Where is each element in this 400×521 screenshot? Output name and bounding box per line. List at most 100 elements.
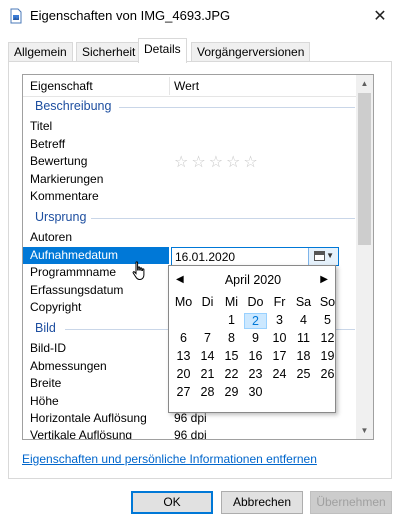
property-name: Markierungen [30,172,104,186]
date-picker-field[interactable]: 16.01.2020 ▼ [171,247,339,266]
column-separator[interactable] [169,77,170,95]
calendar-day[interactable]: 2 [244,313,267,329]
calendar-day[interactable]: 12 [316,331,339,345]
calendar-day[interactable]: 7 [196,331,219,345]
property-name: Autoren [30,230,73,244]
calendar-day[interactable]: 11 [292,331,315,345]
calendar-day[interactable]: 28 [196,385,219,399]
property-name: Breite [30,376,62,390]
row-tags[interactable]: Markierungen [23,171,357,188]
property-name: Bild-ID [30,341,67,355]
group-label: Beschreibung [35,99,112,113]
property-value[interactable]: 96 dpi [174,428,207,439]
property-name: Betreff [30,137,66,151]
tab-general[interactable]: Allgemein [8,42,73,62]
group-label: Bild [35,321,56,335]
calendar-weekday-label: Mi [224,295,239,309]
calendar-day[interactable]: 30 [244,385,267,399]
calendar-day[interactable]: 10 [268,331,291,345]
calendar-day[interactable]: 17 [268,349,291,363]
calendar-day[interactable]: 15 [220,349,243,363]
calendar-day[interactable]: 16 [244,349,267,363]
row-subject[interactable]: Betreff [23,136,357,153]
hand-cursor-icon [132,261,145,280]
rating-stars[interactable]: ☆☆☆☆☆ [174,152,261,172]
property-name: Titel [30,119,53,133]
calendar-day[interactable]: 13 [172,349,195,363]
scroll-up-arrow-icon[interactable]: ▲ [356,75,373,92]
calendar-day[interactable]: 27 [172,385,195,399]
calendar-day[interactable]: 26 [316,367,339,381]
calendar-day[interactable]: 9 [244,331,267,345]
group-label: Ursprung [35,210,87,224]
group-divider [119,107,355,108]
row-rating[interactable]: Bewertung ☆☆☆☆☆ [23,152,357,172]
window-title: Eigenschaften von IMG_4693.JPG [30,8,231,23]
chevron-down-icon: ▼ [326,251,334,260]
calendar-day[interactable]: 8 [220,331,243,345]
calendar-popup: ◀ April 2020 ▶ Mo Di Mi Do Fr Sa So 1 2 3 4 5 6 7 8 9 10… [168,265,336,413]
calendar-icon [314,251,325,261]
calendar-month-title[interactable]: April 2020 [169,273,337,287]
calendar-weekday-label: Sa [295,295,312,309]
scrollbar-thumb[interactable] [358,93,371,245]
apply-button[interactable]: Übernehmen [310,491,392,514]
calendar-weekday-label: So [319,295,336,309]
row-authors[interactable]: Autoren [23,229,357,246]
calendar-day[interactable]: 1 [220,313,243,327]
calendar-day[interactable]: 5 [316,313,339,327]
calendar-day[interactable]: 18 [292,349,315,363]
tab-details[interactable]: Details [138,38,187,63]
calendar-day[interactable]: 24 [268,367,291,381]
scroll-down-arrow-icon[interactable]: ▼ [356,422,373,439]
calendar-day[interactable]: 4 [292,313,315,327]
calendar-weekday-label: Mo [174,295,193,309]
property-name: Copyright [30,300,82,314]
calendar-dropdown-button[interactable]: ▼ [308,248,338,265]
column-header-property[interactable]: Eigenschaft [30,79,93,93]
close-button[interactable]: ✕ [360,0,400,32]
row-vertical-resolution[interactable]: Vertikale Auflösung 96 dpi [23,427,357,440]
calendar-weekday-label: Do [247,295,264,309]
cancel-button[interactable]: Abbrechen [221,491,303,514]
tab-security[interactable]: Sicherheit [76,42,142,62]
calendar-day[interactable]: 23 [244,367,267,381]
close-icon: ✕ [373,8,387,25]
tab-strip: Allgemein Sicherheit Details Vorgängerve… [0,38,400,63]
calendar-day[interactable]: 14 [196,349,219,363]
list-header: Eigenschaft Wert [23,75,357,97]
property-name: Horizontale Auflösung [30,411,147,425]
row-title[interactable]: Titel [23,118,357,135]
group-description: Beschreibung [35,99,355,115]
ok-button[interactable]: OK [131,491,213,514]
remove-properties-link[interactable]: Eigenschaften und persönliche Informatio… [22,452,317,466]
tab-previous-versions[interactable]: Vorgängerversionen [191,42,311,62]
property-name: Höhe [30,394,59,408]
next-month-icon[interactable]: ▶ [320,274,328,285]
property-name: Vertikale Auflösung [30,428,133,440]
date-input[interactable]: 16.01.2020 [175,250,235,264]
image-file-icon [10,8,22,24]
calendar-weekday-label: Fr [273,295,286,309]
vertical-scrollbar[interactable]: ▲ ▼ [356,75,373,439]
group-image: Bild [35,321,355,337]
calendar-day[interactable]: 19 [316,349,339,363]
property-value[interactable]: 96 dpi [174,411,207,425]
property-name: Bewertung [30,154,88,168]
property-name: Programmname [30,265,117,279]
group-divider [91,218,355,219]
calendar-weekday-label: Di [201,295,214,309]
group-origin: Ursprung [35,210,355,226]
calendar-day[interactable]: 3 [268,313,291,327]
calendar-day[interactable]: 25 [292,367,315,381]
column-header-value[interactable]: Wert [174,79,199,93]
calendar-day[interactable]: 29 [220,385,243,399]
calendar-day[interactable]: 20 [172,367,195,381]
property-name: Erfassungsdatum [30,283,124,297]
calendar-day[interactable]: 21 [196,367,219,381]
row-comments[interactable]: Kommentare [23,188,357,205]
property-name: Abmessungen [30,359,107,373]
property-name: Kommentare [30,189,99,203]
calendar-day[interactable]: 6 [172,331,195,345]
calendar-day[interactable]: 22 [220,367,243,381]
